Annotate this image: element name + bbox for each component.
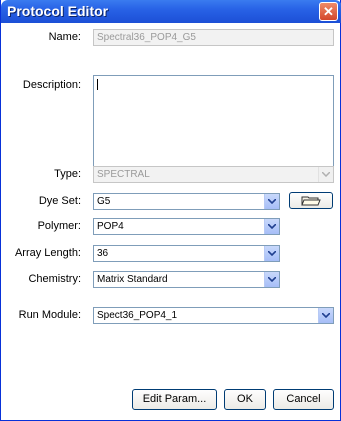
array-length-value: 36 — [97, 248, 109, 259]
ok-button[interactable]: OK — [224, 389, 266, 410]
array-length-label: Array Length: — [14, 247, 81, 259]
description-field[interactable] — [93, 75, 334, 167]
name-field: Spectral36_POP4_G5 — [93, 29, 334, 46]
dye-set-label: Dye Set: — [38, 195, 81, 207]
run-module-dropdown-button[interactable] — [318, 308, 333, 323]
name-value: Spectral36_POP4_G5 — [97, 32, 196, 43]
text-caret — [97, 79, 98, 90]
title-bar: Protocol Editor ✕ — [1, 0, 341, 23]
dye-set-select[interactable]: G5 — [93, 193, 280, 210]
run-module-label: Run Module: — [18, 309, 81, 321]
description-label: Description: — [22, 79, 81, 91]
chemistry-value: Matrix Standard — [97, 274, 168, 285]
cancel-button[interactable]: Cancel — [273, 389, 334, 410]
name-label: Name: — [48, 31, 81, 43]
chevron-down-icon — [322, 172, 330, 177]
protocol-editor-window: Protocol Editor ✕ Name: Spectral36_POP4_… — [0, 0, 341, 421]
chevron-down-icon — [268, 251, 276, 256]
chemistry-label: Chemistry: — [28, 273, 81, 285]
run-module-value: Spect36_POP4_1 — [97, 310, 178, 321]
run-module-select[interactable]: Spect36_POP4_1 — [93, 307, 334, 324]
array-length-dropdown-button[interactable] — [264, 246, 279, 261]
chevron-down-icon — [268, 277, 276, 282]
chevron-down-icon — [268, 224, 276, 229]
edit-param-button[interactable]: Edit Param... — [132, 389, 217, 410]
close-button[interactable]: ✕ — [319, 2, 338, 21]
chevron-down-icon — [322, 313, 330, 318]
chemistry-select[interactable]: Matrix Standard — [93, 271, 280, 288]
polymer-select[interactable]: POP4 — [93, 218, 280, 235]
polymer-label: Polymer: — [37, 220, 81, 232]
chevron-down-icon — [268, 199, 276, 204]
dye-set-value: G5 — [97, 196, 111, 207]
type-value: SPECTRAL — [97, 169, 150, 180]
browse-dye-set-button[interactable] — [289, 192, 333, 209]
dialog-body: Name: Spectral36_POP4_G5 Description: Ty… — [1, 23, 340, 420]
type-label: Type: — [54, 168, 81, 180]
chemistry-dropdown-button[interactable] — [264, 272, 279, 287]
close-icon: ✕ — [323, 4, 334, 19]
array-length-select[interactable]: 36 — [93, 245, 280, 262]
window-title: Protocol Editor — [7, 3, 109, 19]
dye-set-dropdown-button[interactable] — [264, 194, 279, 209]
polymer-dropdown-button[interactable] — [264, 219, 279, 234]
type-dropdown-button — [318, 167, 333, 182]
folder-open-icon — [301, 196, 321, 206]
type-select: SPECTRAL — [93, 166, 334, 183]
polymer-value: POP4 — [97, 221, 124, 232]
